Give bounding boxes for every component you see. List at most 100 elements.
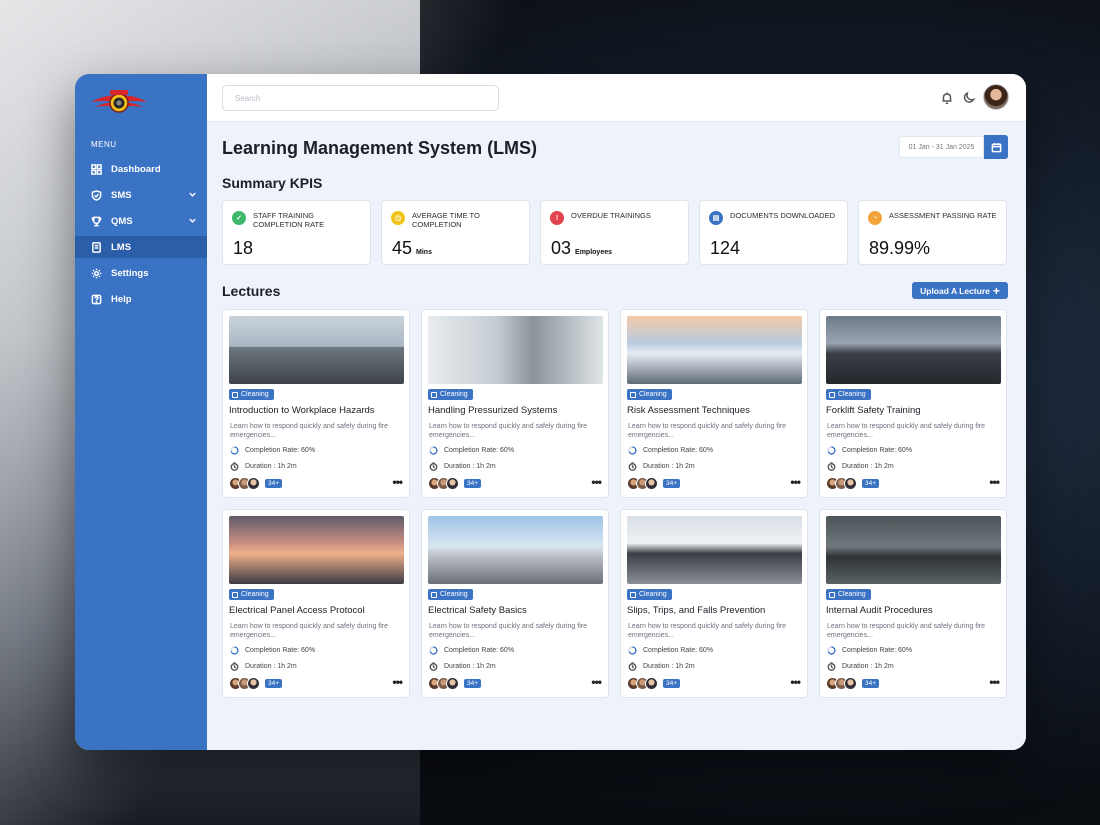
- participant-avatars: 34+: [826, 477, 880, 490]
- lecture-grid: Cleaning Introduction to Workplace Hazar…: [222, 309, 1007, 698]
- participant-avatars: 34+: [428, 677, 482, 690]
- lecture-title: Electrical Safety Basics: [428, 605, 527, 616]
- category-badge: Cleaning: [826, 389, 871, 400]
- kpi-value: 89.99%: [869, 238, 931, 258]
- grid-icon: [91, 163, 102, 175]
- lecture-description: Learn how to respond quickly and safely …: [429, 623, 587, 639]
- more-options-icon[interactable]: •••: [392, 476, 403, 488]
- stopwatch-icon: [827, 462, 836, 471]
- tag-icon: [232, 391, 238, 398]
- sidebar-item-qms[interactable]: QMS: [75, 210, 207, 232]
- lecture-card[interactable]: Cleaning Electrical Panel Access Protoco…: [222, 509, 410, 698]
- participant-count: 34+: [663, 679, 681, 688]
- completion-rate: Completion Rate: 60%: [230, 446, 315, 455]
- stopwatch-icon: [429, 462, 438, 471]
- sidebar-item-settings[interactable]: Settings: [75, 262, 207, 284]
- lecture-title: Internal Audit Procedures: [826, 605, 933, 616]
- tag-icon: [232, 591, 238, 598]
- kpi-card: ! OVERDUE TRAININGS 03 Employees: [540, 200, 689, 265]
- more-options-icon[interactable]: •••: [989, 476, 1000, 488]
- top-bar: [207, 74, 1026, 122]
- participant-avatars: 34+: [826, 677, 880, 690]
- completion-rate: Completion Rate: 60%: [628, 446, 713, 455]
- kpi-value: 03 Employees: [551, 238, 612, 258]
- category-badge: Cleaning: [229, 589, 274, 600]
- lecture-card[interactable]: Cleaning Risk Assessment Techniques Lear…: [620, 309, 808, 498]
- avatar: [645, 677, 658, 690]
- more-options-icon[interactable]: •••: [392, 676, 403, 688]
- duration: Duration : 1h 2m: [628, 462, 695, 471]
- sidebar-item-label: Help: [111, 293, 132, 305]
- lecture-card[interactable]: Cleaning Slips, Trips, and Falls Prevent…: [620, 509, 808, 698]
- progress-ring-icon: [628, 446, 637, 455]
- participant-avatars: 34+: [229, 477, 283, 490]
- participant-avatars: 34+: [627, 477, 681, 490]
- category-badge: Cleaning: [627, 589, 672, 600]
- upload-lecture-button[interactable]: Upload A Lecture +: [912, 282, 1008, 299]
- sidebar: MENU Dashboard SMS QMS LMS Settings Help: [75, 74, 207, 750]
- bell-icon[interactable]: [940, 91, 954, 105]
- date-range-field[interactable]: 01 Jan - 31 Jan 2025: [899, 136, 984, 158]
- avatar: [247, 677, 260, 690]
- kpi-row: ✓ STAFF TRAINING COMPLETION RATE 18 ◷ AV…: [222, 200, 1007, 265]
- stopwatch-icon: [230, 462, 239, 471]
- kpi-section-title: Summary KPIS: [222, 175, 323, 191]
- avatar: [247, 477, 260, 490]
- chevron-down-icon: [189, 218, 196, 223]
- calendar-icon: [991, 142, 1001, 152]
- sidebar-item-label: Dashboard: [111, 163, 161, 175]
- more-options-icon[interactable]: •••: [790, 476, 801, 488]
- search-input[interactable]: [222, 85, 499, 111]
- sidebar-item-dashboard[interactable]: Dashboard: [75, 158, 207, 180]
- participant-avatars: 34+: [627, 677, 681, 690]
- tag-icon: [431, 391, 437, 398]
- participant-count: 34+: [265, 479, 283, 488]
- sidebar-item-help[interactable]: Help: [75, 288, 207, 310]
- duration: Duration : 1h 2m: [628, 662, 695, 671]
- lecture-description: Learn how to respond quickly and safely …: [827, 623, 985, 639]
- calendar-button[interactable]: [984, 135, 1008, 159]
- duration: Duration : 1h 2m: [827, 462, 894, 471]
- sidebar-item-lms[interactable]: LMS: [75, 236, 207, 258]
- user-avatar[interactable]: [983, 84, 1009, 110]
- clock-icon: ◷: [391, 211, 405, 225]
- lecture-title: Introduction to Workplace Hazards: [229, 405, 375, 416]
- lecture-title: Slips, Trips, and Falls Prevention: [627, 605, 766, 616]
- more-options-icon[interactable]: •••: [591, 676, 602, 688]
- more-options-icon[interactable]: •••: [989, 676, 1000, 688]
- lecture-title: Handling Pressurized Systems: [428, 405, 558, 416]
- shield-icon: [91, 189, 102, 201]
- plus-icon: +: [992, 283, 1000, 298]
- lecture-card[interactable]: Cleaning Internal Audit Procedures Learn…: [819, 509, 1007, 698]
- more-options-icon[interactable]: •••: [790, 676, 801, 688]
- stopwatch-icon: [628, 662, 637, 671]
- lecture-card[interactable]: Cleaning Handling Pressurized Systems Le…: [421, 309, 609, 498]
- duration: Duration : 1h 2m: [429, 462, 496, 471]
- kpi-value: 45 Mins: [392, 238, 432, 258]
- more-options-icon[interactable]: •••: [591, 476, 602, 488]
- avatar: [645, 477, 658, 490]
- stopwatch-icon: [230, 662, 239, 671]
- kpi-card: ▤ DOCUMENTS DOWNLOADED 124: [699, 200, 848, 265]
- category-badge: Cleaning: [826, 589, 871, 600]
- sidebar-item-label: LMS: [111, 241, 132, 253]
- lecture-thumbnail: [627, 516, 802, 584]
- lecture-thumbnail: [229, 516, 404, 584]
- duration: Duration : 1h 2m: [429, 662, 496, 671]
- moon-icon[interactable]: [962, 91, 976, 105]
- participant-count: 34+: [464, 679, 482, 688]
- main-content: Learning Management System (LMS) 01 Jan …: [207, 74, 1026, 750]
- gear-icon: [91, 268, 102, 278]
- progress-ring-icon: [429, 446, 438, 455]
- sidebar-item-label: QMS: [111, 215, 133, 227]
- lecture-card[interactable]: Cleaning Electrical Safety Basics Learn …: [421, 509, 609, 698]
- progress-ring-icon: [429, 646, 438, 655]
- lecture-card[interactable]: Cleaning Forklift Safety Training Learn …: [819, 309, 1007, 498]
- duration: Duration : 1h 2m: [827, 662, 894, 671]
- category-badge: Cleaning: [428, 589, 473, 600]
- lectures-section-title: Lectures: [222, 283, 281, 299]
- sidebar-item-sms[interactable]: SMS: [75, 184, 207, 206]
- lecture-card[interactable]: Cleaning Introduction to Workplace Hazar…: [222, 309, 410, 498]
- completion-rate: Completion Rate: 60%: [628, 646, 713, 655]
- progress-ring-icon: [827, 446, 836, 455]
